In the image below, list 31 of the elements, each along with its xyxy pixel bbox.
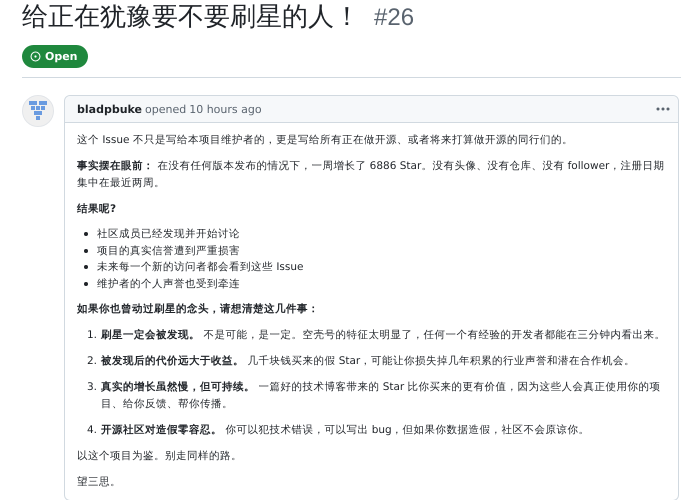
action-text: opened — [145, 102, 186, 116]
status-badge: Open — [22, 45, 88, 68]
list-item-text: 真实的增长虽然慢，但可持续。 一篇好的技术博客带来的 Star 比你买来的更有价值，因为这些人会真正使用你的项目、给你反馈、帮你传播。 — [101, 380, 662, 412]
list-item-text: 未来每一个新的访问者都会看到这些 Issue — [97, 260, 304, 275]
list-item-text: 维护者的个人声誉也受到牵连 — [97, 276, 240, 292]
list-item-text: 社区成员已经发现并开始讨论 — [97, 227, 240, 242]
author-link[interactable]: bladpbuke — [77, 102, 142, 116]
issue-title: 给正在犹豫要不要刷星的人！ — [22, 1, 360, 34]
list-item-text: 项目的真实信誉遭到严重损害 — [97, 244, 240, 258]
paragraph-text: 以这个项目为鉴。别走同样的路。 — [77, 449, 243, 464]
section-heading: 结果呢? — [77, 202, 118, 217]
avatar-icon[interactable] — [22, 95, 54, 127]
more-options-icon[interactable] — [656, 107, 670, 111]
bullet-icon — [84, 265, 88, 270]
paragraph-text: 事实摆在眼前： 在没有任何版本发布的情况下，一周增长了 6886 Star。没有头像、没有仓库、没有 follower，注册日期集中在最近两周。 — [77, 158, 666, 191]
section-heading: 如果你也曾动过刷星的念头，请想清楚这几件事： — [77, 302, 320, 317]
timestamp-link[interactable]: 10 hours ago — [189, 102, 262, 116]
list-number: 4. — [87, 423, 98, 438]
bullet-icon — [84, 248, 88, 253]
bullet-icon — [84, 232, 88, 236]
list-item-text: 开源社区对造假零容忍。 你可以犯技术错误，可以写出 bug，但如果你数据造假，社区不会原谅你。 — [101, 422, 590, 438]
list-item-text: 刷星一定会被发现。 不是可能，是一定。空壳号的特征太明显了，任何一个有经验的开发者都能在三分钟内看出来。 — [101, 328, 666, 343]
list-number: 3. — [87, 380, 98, 395]
paragraph-text: 望三思。 — [77, 475, 122, 490]
bullet-icon — [84, 282, 88, 286]
issue-number: #26 — [374, 4, 414, 32]
open-circle-icon — [30, 51, 41, 62]
list-number: 2. — [87, 354, 98, 369]
list-item-text: 被发现后的代价远大于收益。 几千块钱买来的假 Star，可能让你损失掉几年积累的行业声誉和潜在合作机会。 — [101, 354, 636, 369]
list-number: 1. — [87, 328, 98, 343]
paragraph-text: 这个 Issue 不只是写给本项目维护者的，更是写给所有正在做开源、或者将来打算做开源的同行们的。 — [77, 133, 574, 148]
